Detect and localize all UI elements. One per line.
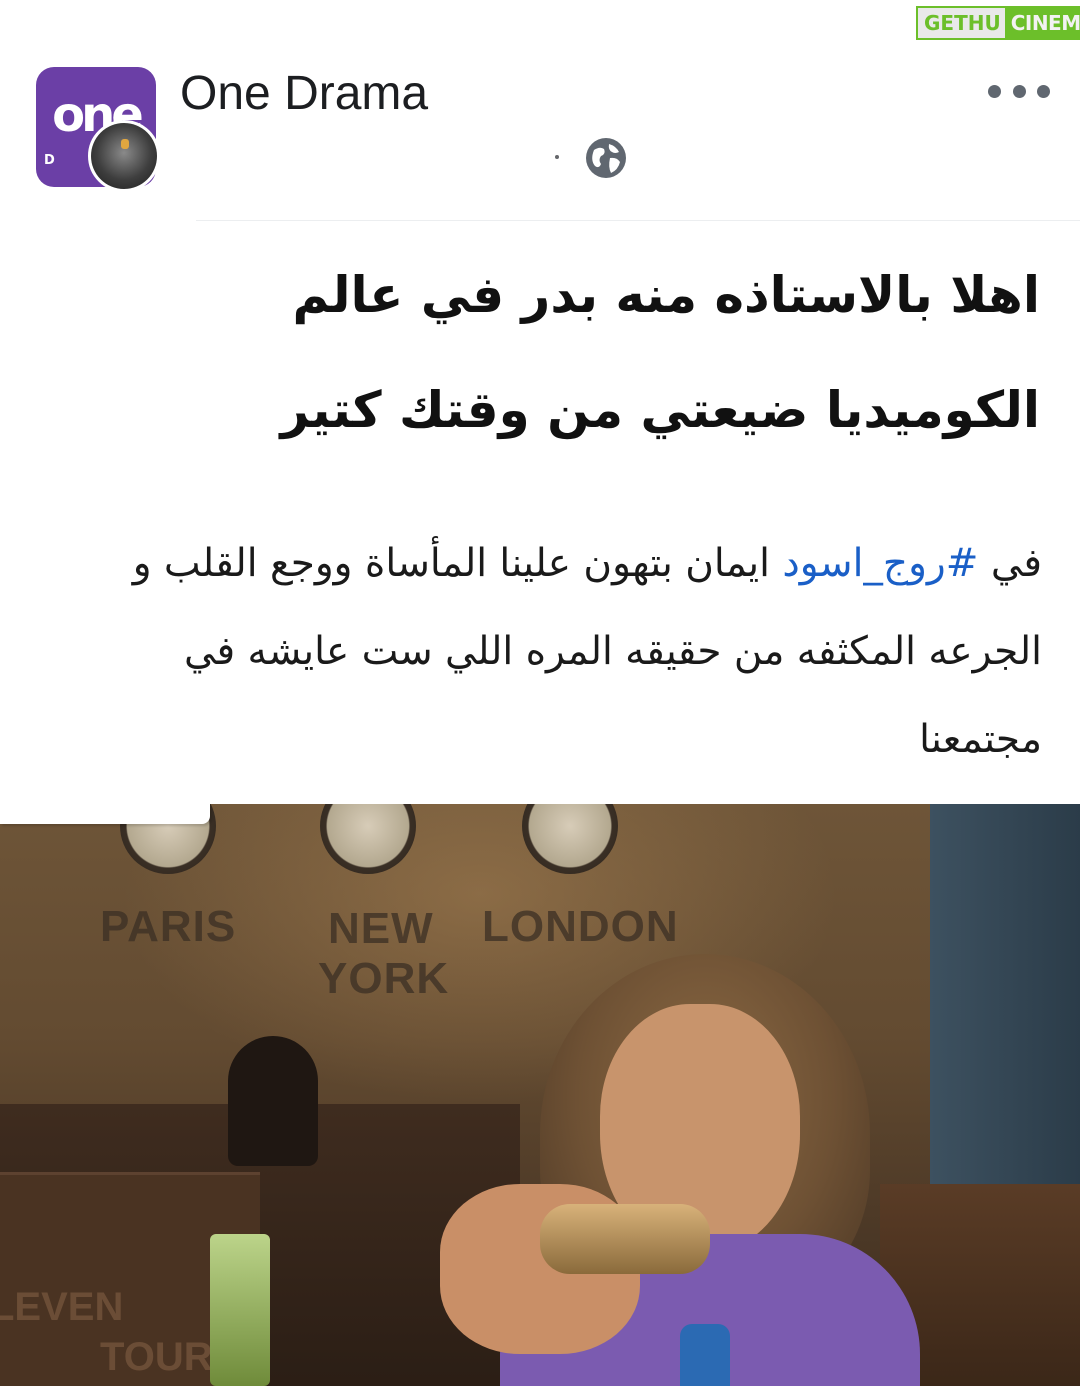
post-photo[interactable]: PARIS NEW YORK LONDON LEVEN TOUR xyxy=(0,804,1080,1386)
more-dot xyxy=(1012,84,1026,98)
city-label: PARIS xyxy=(100,902,237,951)
more-options-icon[interactable] xyxy=(988,80,1050,102)
photo-overlay-card xyxy=(0,804,210,824)
header-divider xyxy=(196,220,1080,221)
headline-line: اهلا بالاستاذه منه بدر في عالم xyxy=(292,266,1041,324)
watermark-part2: CINEMA xyxy=(1004,6,1080,40)
photo-bottle xyxy=(680,1324,730,1386)
city-label: NEW xyxy=(328,904,434,953)
page-name[interactable]: One Drama xyxy=(180,66,428,122)
body-prefix: في xyxy=(978,541,1042,586)
watermark-part1: GETHU xyxy=(916,6,1005,40)
photo-sandwich xyxy=(540,1204,710,1274)
box-text: TOUR xyxy=(100,1335,213,1379)
profile-badge-image xyxy=(91,123,157,189)
photo-plant xyxy=(210,1234,270,1386)
headline-line: الكوميديا ضيعتي من وقتك كتير xyxy=(280,381,1040,439)
photo-background-person xyxy=(228,1036,318,1166)
hashtag-link[interactable]: #روج_اسود xyxy=(782,541,978,586)
more-dot xyxy=(1037,84,1050,98)
more-dot xyxy=(988,84,1001,98)
box-text: LEVEN xyxy=(0,1285,124,1329)
separator-dot xyxy=(555,155,559,159)
post-body: في #روج_اسود ايمان بتهون علينا المأساة و… xyxy=(102,520,1042,784)
watermark: GETHU CINEMA xyxy=(916,6,1080,40)
city-label: YORK xyxy=(318,954,450,1003)
avatar-sub: D xyxy=(44,153,55,168)
profile-badge[interactable] xyxy=(88,120,160,192)
globe-icon[interactable] xyxy=(584,136,628,180)
city-label: LONDON xyxy=(482,902,679,951)
post-headline: اهلا بالاستاذه منه بدر في عالم الكوميديا… xyxy=(220,238,1040,468)
